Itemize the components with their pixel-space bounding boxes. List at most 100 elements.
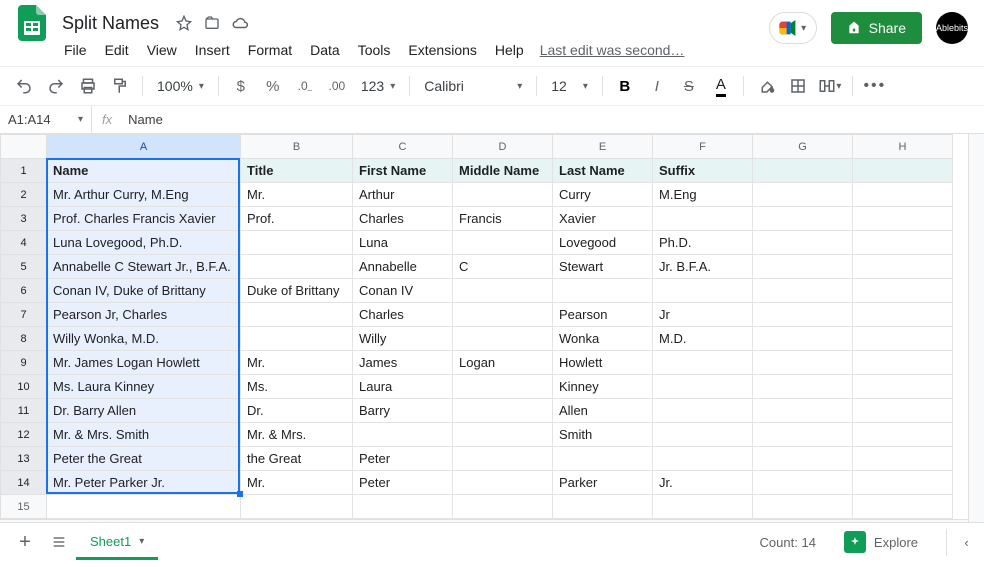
cell[interactable] (853, 207, 953, 231)
column-header[interactable]: E (553, 135, 653, 159)
cell[interactable] (653, 375, 753, 399)
cell[interactable] (853, 495, 953, 519)
cell[interactable]: Howlett (553, 351, 653, 375)
cell[interactable]: Mr. (241, 183, 353, 207)
cell[interactable] (853, 375, 953, 399)
horizontal-scrollbar[interactable]: ◂▸ (0, 519, 968, 522)
cell[interactable]: Peter (353, 447, 453, 471)
cell[interactable]: Wonka (553, 327, 653, 351)
cell[interactable]: Arthur (353, 183, 453, 207)
borders-button[interactable] (784, 72, 812, 100)
cell[interactable] (853, 303, 953, 327)
cell[interactable] (653, 351, 753, 375)
row-header[interactable]: 6 (1, 279, 47, 303)
cell[interactable] (853, 279, 953, 303)
cell[interactable]: Xavier (553, 207, 653, 231)
sheet-tab[interactable]: Sheet1 ▾ (76, 524, 158, 560)
column-header[interactable]: A (47, 135, 241, 159)
fill-color-button[interactable] (752, 72, 780, 100)
cell[interactable]: Charles (353, 303, 453, 327)
cell[interactable]: First Name (353, 159, 453, 183)
cell[interactable]: Curry (553, 183, 653, 207)
cell[interactable] (453, 375, 553, 399)
cell[interactable]: Peter (353, 471, 453, 495)
cell[interactable] (241, 255, 353, 279)
bold-button[interactable]: B (611, 72, 639, 100)
cell[interactable]: Logan (453, 351, 553, 375)
cell[interactable] (753, 471, 853, 495)
row-header[interactable]: 2 (1, 183, 47, 207)
cell[interactable] (653, 207, 753, 231)
cell[interactable] (753, 495, 853, 519)
cell[interactable] (241, 231, 353, 255)
cell[interactable]: the Great (241, 447, 353, 471)
cell[interactable] (753, 327, 853, 351)
percent-button[interactable]: % (259, 72, 287, 100)
cell[interactable]: Pearson Jr, Charles (47, 303, 241, 327)
cell[interactable] (653, 447, 753, 471)
cell[interactable] (853, 183, 953, 207)
cell[interactable] (241, 495, 353, 519)
cell[interactable] (453, 327, 553, 351)
cell[interactable] (553, 279, 653, 303)
cell[interactable]: Peter the Great (47, 447, 241, 471)
cell[interactable]: C (453, 255, 553, 279)
cell[interactable]: Francis (453, 207, 553, 231)
cell[interactable] (753, 423, 853, 447)
cell[interactable] (453, 303, 553, 327)
italic-button[interactable]: I (643, 72, 671, 100)
cell[interactable] (553, 495, 653, 519)
select-all-corner[interactable] (1, 135, 47, 159)
column-header[interactable]: B (241, 135, 353, 159)
cell[interactable]: Annabelle (353, 255, 453, 279)
cell[interactable] (47, 495, 241, 519)
font-size-select[interactable]: 12▾ (545, 78, 594, 94)
menu-view[interactable]: View (139, 38, 185, 62)
row-header[interactable]: 12 (1, 423, 47, 447)
menu-data[interactable]: Data (302, 38, 348, 62)
cell[interactable]: M.D. (653, 327, 753, 351)
cell[interactable] (553, 447, 653, 471)
cell[interactable]: Dr. Barry Allen (47, 399, 241, 423)
all-sheets-button[interactable] (42, 527, 76, 557)
cell[interactable]: Jr (653, 303, 753, 327)
cell[interactable]: Mr. James Logan Howlett (47, 351, 241, 375)
font-select[interactable]: Calibri▾ (418, 78, 528, 94)
cell[interactable]: Prof. (241, 207, 353, 231)
cell[interactable]: Mr. (241, 471, 353, 495)
currency-button[interactable]: $ (227, 72, 255, 100)
row-header[interactable]: 1 (1, 159, 47, 183)
cell[interactable] (453, 423, 553, 447)
cell[interactable] (853, 159, 953, 183)
menu-file[interactable]: File (56, 38, 95, 62)
row-header[interactable]: 15 (1, 495, 47, 519)
selection-count[interactable]: Count: 14 (760, 535, 816, 550)
cell[interactable] (453, 447, 553, 471)
cell[interactable] (241, 327, 353, 351)
cell[interactable]: Conan IV (353, 279, 453, 303)
menu-tools[interactable]: Tools (350, 38, 399, 62)
cell[interactable] (753, 159, 853, 183)
cell[interactable]: Charles (353, 207, 453, 231)
row-header[interactable]: 8 (1, 327, 47, 351)
print-button[interactable] (74, 72, 102, 100)
row-header[interactable]: 10 (1, 375, 47, 399)
cell[interactable] (653, 495, 753, 519)
cell[interactable]: Prof. Charles Francis Xavier (47, 207, 241, 231)
cell[interactable]: Mr. & Mrs. (241, 423, 353, 447)
cell[interactable]: Willy Wonka, M.D. (47, 327, 241, 351)
cell[interactable] (653, 279, 753, 303)
cell[interactable]: Barry (353, 399, 453, 423)
cell[interactable] (453, 471, 553, 495)
selection-handle[interactable] (237, 491, 243, 497)
row-header[interactable]: 7 (1, 303, 47, 327)
row-header[interactable]: 11 (1, 399, 47, 423)
cell[interactable]: Allen (553, 399, 653, 423)
cell[interactable]: Mr. Peter Parker Jr. (47, 471, 241, 495)
meet-button[interactable]: ▾ (769, 12, 817, 44)
cell[interactable] (453, 279, 553, 303)
cell[interactable] (853, 471, 953, 495)
cell[interactable]: Luna (353, 231, 453, 255)
menu-format[interactable]: Format (240, 38, 300, 62)
cell[interactable] (453, 231, 553, 255)
